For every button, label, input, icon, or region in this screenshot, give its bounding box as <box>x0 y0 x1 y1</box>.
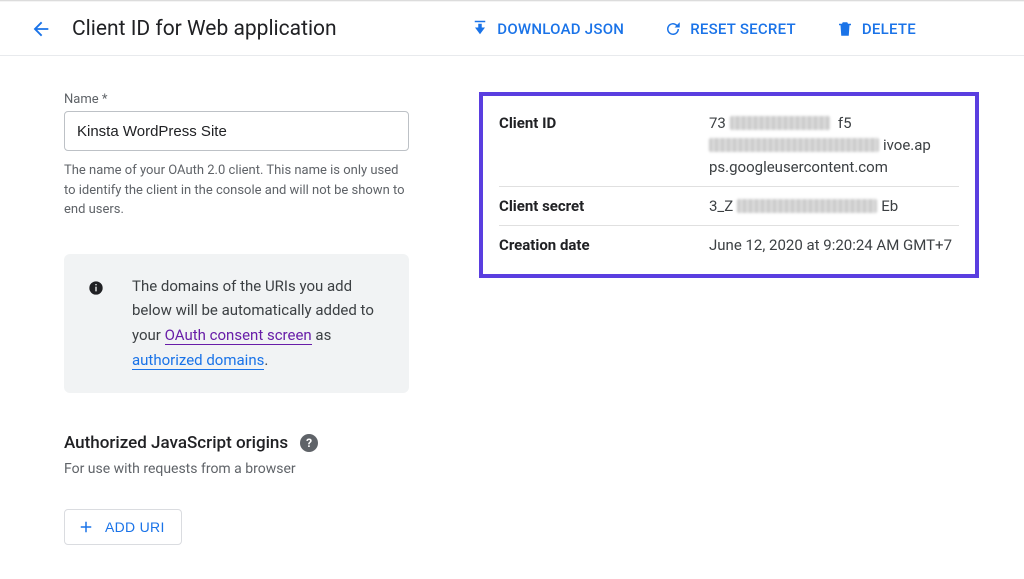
client-id-prefix: 73 <box>709 114 726 132</box>
redacted-bar <box>709 138 879 152</box>
trash-icon <box>836 20 854 38</box>
client-secret-prefix: 3_Z <box>709 197 733 215</box>
right-column: Client ID 73 f5 ivoe.ap ps.googleusercont… <box>479 92 979 545</box>
creation-date-value: June 12, 2020 at 9:20:24 AM GMT+7 <box>709 236 952 254</box>
js-origins-sub: For use with requests from a browser <box>64 461 409 477</box>
info-suffix: . <box>264 351 268 369</box>
page-header: Client ID for Web application DOWNLOAD J… <box>0 2 1024 56</box>
client-id-row: Client ID 73 f5 ivoe.ap ps.googleusercont… <box>499 104 959 187</box>
download-label: DOWNLOAD JSON <box>497 20 624 38</box>
client-secret-label: Client secret <box>499 197 709 215</box>
client-secret-value: 3_Z Eb <box>709 197 898 215</box>
client-id-l2-prefix: f5 <box>838 114 852 132</box>
left-column: Name * The name of your OAuth 2.0 client… <box>64 92 409 545</box>
download-icon <box>471 20 489 38</box>
info-icon <box>88 280 104 296</box>
client-id-l3: ps.googleusercontent.com <box>709 158 888 176</box>
help-icon[interactable]: ? <box>300 434 318 452</box>
client-secret-row: Client secret 3_Z Eb <box>499 187 959 226</box>
oauth-consent-link[interactable]: OAuth consent screen <box>165 326 312 345</box>
reset-label: RESET SECRET <box>690 20 796 38</box>
redacted-bar <box>737 199 877 213</box>
info-box: The domains of the URIs you add below wi… <box>64 254 409 393</box>
header-actions: DOWNLOAD JSON RESET SECRET DELETE <box>471 20 1006 38</box>
client-id-label: Client ID <box>499 114 709 176</box>
info-icon-wrap <box>88 274 104 373</box>
creation-date-label: Creation date <box>499 236 709 254</box>
redacted-bar <box>730 116 830 130</box>
client-secret-suffix: Eb <box>881 197 898 215</box>
download-json-button[interactable]: DOWNLOAD JSON <box>471 20 624 38</box>
client-id-value: 73 f5 ivoe.ap ps.googleusercontent.com <box>709 114 959 176</box>
page-title: Client ID for Web application <box>72 17 337 41</box>
refresh-icon <box>664 20 682 38</box>
js-origins-title: Authorized JavaScript origins <box>64 433 288 453</box>
info-middle: as <box>312 326 332 344</box>
creation-date-row: Creation date June 12, 2020 at 9:20:24 A… <box>499 226 959 264</box>
content: Name * The name of your OAuth 2.0 client… <box>0 56 1024 545</box>
name-label: Name * <box>64 92 409 107</box>
name-input[interactable] <box>64 111 409 151</box>
delete-button[interactable]: DELETE <box>836 20 916 38</box>
credentials-panel: Client ID 73 f5 ivoe.ap ps.googleusercont… <box>479 92 979 278</box>
add-uri-label: ADD URI <box>105 519 165 535</box>
arrow-left-icon <box>30 18 52 40</box>
name-helper: The name of your OAuth 2.0 client. This … <box>64 161 409 220</box>
js-origins-heading: Authorized JavaScript origins ? <box>64 433 409 453</box>
reset-secret-button[interactable]: RESET SECRET <box>664 20 796 38</box>
add-uri-button[interactable]: ADD URI <box>64 509 182 545</box>
back-button[interactable] <box>26 14 56 44</box>
info-text: The domains of the URIs you add below wi… <box>132 274 385 373</box>
authorized-domains-link[interactable]: authorized domains <box>132 351 264 370</box>
client-id-l2-suffix: ivoe.ap <box>883 136 931 154</box>
plus-icon <box>77 518 95 536</box>
delete-label: DELETE <box>862 20 916 38</box>
